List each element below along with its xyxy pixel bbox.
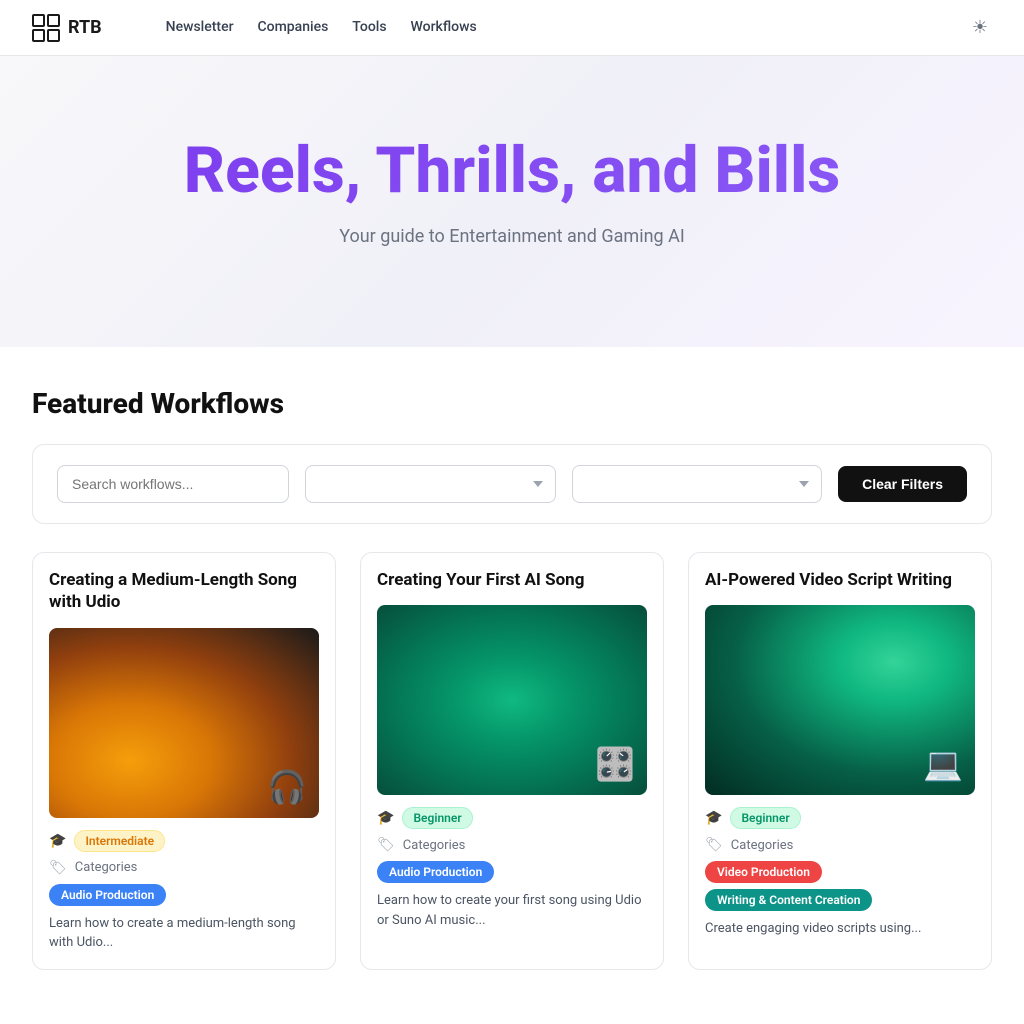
tag-writing-content[interactable]: Writing & Content Creation [705,889,872,911]
card-udio-tags: Audio Production [49,884,319,906]
nav-workflows[interactable]: Workflows [411,19,477,35]
card-udio-title: Creating a Medium-Length Song with Udio [49,569,319,613]
card-ai-song-tags: Audio Production [377,861,647,883]
cards-grid: Creating a Medium-Length Song with Udio … [32,552,992,969]
card-ai-song-categories-label: Categories [403,838,466,853]
filters-container: Clear Filters [32,444,992,524]
nav-links: Newsletter Companies Tools Workflows [134,0,509,56]
card-ai-song-level-row: 🎓 Beginner [377,807,647,829]
nav-newsletter[interactable]: Newsletter [166,19,234,35]
nav-right: ☀ [968,13,992,42]
tag-audio-production-2[interactable]: Audio Production [377,861,494,883]
categories-icon-3: 🏷 [705,837,723,853]
section-title: Featured Workflows [32,387,992,420]
hero-subtitle: Your guide to Entertainment and Gaming A… [32,226,992,247]
card-udio-level-row: 🎓 Intermediate [49,830,319,852]
categories-icon-2: 🏷 [377,837,395,853]
category-filter-select[interactable] [305,465,555,503]
level-icon-2: 🎓 [377,810,394,826]
navbar: RTB Newsletter Companies Tools Workflows… [0,0,1024,56]
card-script-title: AI-Powered Video Script Writing [705,569,975,591]
card-script-level-row: 🎓 Beginner [705,807,975,829]
logo-text: RTB [68,17,102,38]
nav-tools[interactable]: Tools [352,19,386,35]
search-input[interactable] [57,465,289,503]
card-udio-categories-label: Categories [75,860,138,875]
card-ai-song-level-badge: Beginner [402,807,472,829]
card-ai-song-categories-row: 🏷 Categories [377,837,647,853]
theme-toggle-button[interactable]: ☀ [968,13,992,42]
card-udio[interactable]: Creating a Medium-Length Song with Udio … [32,552,336,969]
nav-companies[interactable]: Companies [258,19,329,35]
card-ai-song-desc: Learn how to create your first song usin… [377,891,647,930]
tag-video-production[interactable]: Video Production [705,861,822,883]
nav-left: RTB Newsletter Companies Tools Workflows [32,0,509,56]
logo[interactable]: RTB [32,14,102,42]
level-icon: 🎓 [49,833,66,849]
card-script-content: AI-Powered Video Script Writing 🎓 Beginn… [689,553,991,955]
level-icon-3: 🎓 [705,810,722,826]
hero-title: Reels, Thrills, and Bills [32,136,992,206]
card-udio-level-badge: Intermediate [74,830,165,852]
hero-section: Reels, Thrills, and Bills Your guide to … [0,56,1024,347]
tag-audio-production[interactable]: Audio Production [49,884,166,906]
card-script-categories-label: Categories [731,838,794,853]
card-ai-song-image [377,605,647,795]
card-script-desc: Create engaging video scripts using... [705,919,975,939]
card-script-image [705,605,975,795]
categories-icon: 🏷 [49,860,67,876]
card-ai-song-title: Creating Your First AI Song [377,569,647,591]
main-content: Featured Workflows Clear Filters Creatin… [0,347,1024,1009]
card-udio-desc: Learn how to create a medium-length song… [49,914,319,953]
card-udio-content: Creating a Medium-Length Song with Udio … [33,553,335,968]
logo-icon [32,14,60,42]
clear-filters-button[interactable]: Clear Filters [838,466,967,502]
card-script-level-badge: Beginner [730,807,800,829]
card-ai-song-content: Creating Your First AI Song 🎓 Beginner 🏷… [361,553,663,946]
card-script-tags: Video Production Writing & Content Creat… [705,861,975,911]
level-filter-select[interactable] [572,465,822,503]
card-udio-image [49,628,319,818]
card-ai-song[interactable]: Creating Your First AI Song 🎓 Beginner 🏷… [360,552,664,969]
card-script-categories-row: 🏷 Categories [705,837,975,853]
card-script[interactable]: AI-Powered Video Script Writing 🎓 Beginn… [688,552,992,969]
card-udio-categories-row: 🏷 Categories [49,860,319,876]
